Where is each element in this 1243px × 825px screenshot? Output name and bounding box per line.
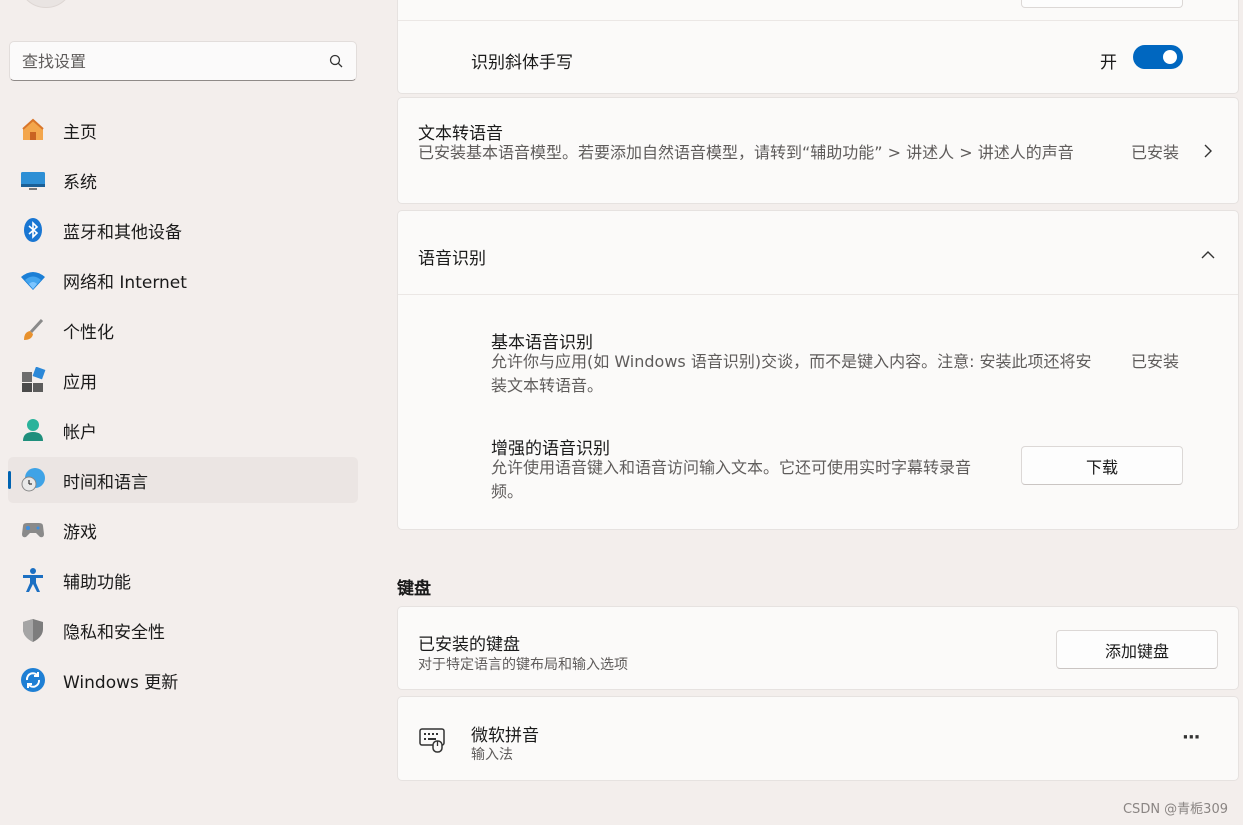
enhanced-speech-description: 允许使用语音键入和语音访问输入文本。它还可使用实时字幕转录音频。 <box>491 458 972 501</box>
sidebar-item-personalization[interactable]: 个性化 <box>8 307 358 353</box>
sidebar-item-network[interactable]: 网络和 Internet <box>8 257 358 303</box>
watermark: CSDN @青栀309 <box>1122 802 1228 817</box>
sidebar-nav: 主页 系统 蓝牙和其他设备 网络和 Internet 个性化 应用 帐户 时间和… <box>8 107 358 707</box>
shield-icon <box>20 617 46 643</box>
ime-name: 微软拼音 <box>471 726 539 746</box>
sidebar-item-label: Windows 更新 <box>63 672 179 693</box>
sidebar-item-label: 系统 <box>63 172 97 193</box>
ime-type: 输入法 <box>471 747 513 763</box>
wifi-icon <box>20 267 46 293</box>
speech-recognition-title: 语音识别 <box>418 249 486 269</box>
tts-status: 已安装 <box>1131 143 1180 162</box>
keyboard-icon <box>419 727 447 757</box>
divider <box>398 20 1238 21</box>
sidebar-item-label: 游戏 <box>63 522 97 543</box>
sidebar-item-time-language[interactable]: 时间和语言 <box>8 457 358 503</box>
sidebar-item-label: 隐私和安全性 <box>63 622 165 643</box>
search-icon[interactable] <box>328 53 344 69</box>
sidebar-item-privacy[interactable]: 隐私和安全性 <box>8 607 358 653</box>
sidebar-item-label: 时间和语言 <box>63 472 148 493</box>
home-icon <box>20 117 46 143</box>
time-language-icon <box>20 467 46 493</box>
display-icon <box>20 167 46 193</box>
tts-card[interactable]: 文本转语音 已安装基本语音模型。若要添加自然语音模型，请转到“辅助功能” > 讲… <box>397 97 1239 204</box>
accessibility-icon <box>20 567 46 593</box>
toggle-state-label: 开 <box>1100 53 1117 73</box>
sidebar-item-label: 个性化 <box>63 322 114 343</box>
sidebar-item-label: 辅助功能 <box>63 572 131 593</box>
toggle-knob <box>1163 50 1177 64</box>
chevron-right-icon[interactable] <box>1202 143 1214 163</box>
sidebar-item-account[interactable]: 帐户 <box>8 407 358 453</box>
italic-handwriting-label: 识别斜体手写 <box>471 53 573 73</box>
sidebar-item-label: 主页 <box>63 122 97 143</box>
more-options-icon[interactable]: ··· <box>1182 727 1200 748</box>
ime-card: 微软拼音 输入法 ··· <box>397 696 1239 781</box>
gamepad-icon <box>20 517 46 543</box>
update-icon <box>20 667 46 693</box>
sidebar-item-label: 蓝牙和其他设备 <box>63 222 182 243</box>
sidebar-item-gaming[interactable]: 游戏 <box>8 507 358 553</box>
sidebar-item-label: 网络和 Internet <box>63 272 187 293</box>
search-box[interactable] <box>9 41 357 81</box>
sidebar-item-system[interactable]: 系统 <box>8 157 358 203</box>
apps-icon <box>20 367 46 393</box>
italic-handwriting-toggle[interactable] <box>1133 45 1183 69</box>
sidebar-item-label: 应用 <box>63 372 97 393</box>
speech-recognition-card: 语音识别 基本语音识别 允许你与应用(如 Windows 语音识别)交谈，而不是… <box>397 210 1239 530</box>
sidebar-item-apps[interactable]: 应用 <box>8 357 358 403</box>
avatar[interactable] <box>18 0 74 8</box>
installed-keyboards-title: 已安装的键盘 <box>418 635 520 655</box>
chevron-up-icon[interactable] <box>1200 246 1216 265</box>
partial-button-top[interactable] <box>1021 0 1183 8</box>
search-input[interactable] <box>22 51 328 71</box>
add-keyboard-button[interactable]: 添加键盘 <box>1056 630 1218 669</box>
basic-speech-description: 允许你与应用(如 Windows 语音识别)交谈，而不是键入内容。注意: 安装此… <box>491 352 1092 395</box>
keyboard-section-title: 键盘 <box>397 579 431 599</box>
basic-speech-status: 已安装 <box>1131 352 1180 371</box>
speech-recognition-header[interactable]: 语音识别 <box>398 211 1238 295</box>
handwriting-card: 识别斜体手写 开 <box>397 0 1239 94</box>
download-button[interactable]: 下载 <box>1021 446 1183 485</box>
installed-keyboards-description: 对于特定语言的键布局和输入选项 <box>418 657 628 673</box>
sidebar-item-label: 帐户 <box>63 422 97 443</box>
account-icon <box>20 417 46 443</box>
tts-description: 已安装基本语音模型。若要添加自然语音模型，请转到“辅助功能” > 讲述人 > 讲… <box>418 143 1074 162</box>
bluetooth-icon <box>20 217 46 243</box>
brush-icon <box>20 317 46 343</box>
sidebar-item-bluetooth[interactable]: 蓝牙和其他设备 <box>8 207 358 253</box>
sidebar-item-accessibility[interactable]: 辅助功能 <box>8 557 358 603</box>
installed-keyboards-card: 已安装的键盘 对于特定语言的键布局和输入选项 添加键盘 <box>397 606 1239 690</box>
sidebar-item-windows-update[interactable]: Windows 更新 <box>8 657 358 703</box>
sidebar-item-home[interactable]: 主页 <box>8 107 358 153</box>
